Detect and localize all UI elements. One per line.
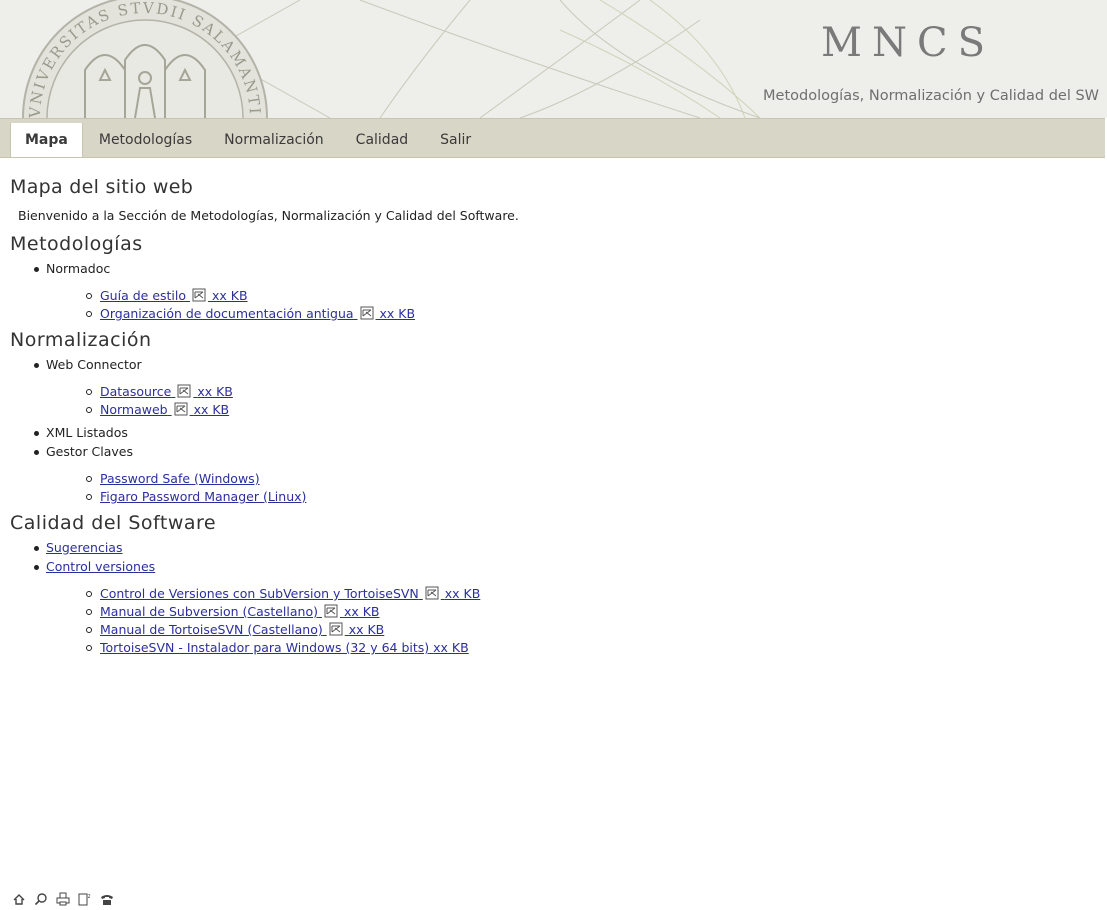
sublist: Guía de estilo xx KB Organización de doc… xyxy=(46,288,1097,321)
pdf-icon xyxy=(174,402,188,416)
sublist: Datasource xx KB Normaweb xx KB xyxy=(46,384,1097,417)
section-list-calidad: Sugerencias Control versiones Control de… xyxy=(10,540,1097,655)
list-item: Control versiones Control de Versiones c… xyxy=(34,559,1097,655)
section-title-calidad: Calidad del Software xyxy=(10,512,217,534)
svg-text:2: 2 xyxy=(88,894,91,900)
main-content: Mapa del sitio web Bienvenido a la Secci… xyxy=(0,176,1107,655)
list-item: Guía de estilo xx KB xyxy=(86,288,1097,303)
list-item: Figaro Password Manager (Linux) xyxy=(86,489,1097,504)
main-nav: Mapa Metodologías Normalización Calidad … xyxy=(0,118,1105,158)
tab-calidad[interactable]: Calidad xyxy=(340,123,425,157)
list-item: Web Connector Datasource xx KB Normaweb … xyxy=(34,357,1097,417)
list-item: Normaweb xx KB xyxy=(86,402,1097,417)
sublist: Control de Versiones con SubVersion y To… xyxy=(46,586,1097,655)
site-header: VNIVERSITAS STVDII SALAMANTINI MNCS Meto… xyxy=(0,0,1107,118)
section-title-metodologias: Metodologías xyxy=(10,233,143,255)
doc-link[interactable]: Manual de TortoiseSVN (Castellano) xx KB xyxy=(100,622,384,637)
doc-link[interactable]: TortoiseSVN - Instalador para Windows (3… xyxy=(100,640,469,655)
pdf-icon xyxy=(425,586,439,600)
group-label: XML Listados xyxy=(46,425,128,440)
pdf-icon xyxy=(177,384,191,398)
section-title-normalizacion: Normalización xyxy=(10,329,152,351)
phone-icon[interactable] xyxy=(100,892,114,906)
list-item: Password Safe (Windows) xyxy=(86,471,1097,486)
control-versiones-link[interactable]: Control versiones xyxy=(46,559,155,574)
group-label: Web Connector xyxy=(46,357,142,372)
search-icon[interactable] xyxy=(34,892,48,906)
list-item: Manual de TortoiseSVN (Castellano) xx KB xyxy=(86,622,1097,637)
list-item: Normadoc Guía de estilo xx KB Organizaci… xyxy=(34,261,1097,321)
list-item: Datasource xx KB xyxy=(86,384,1097,399)
tab-mapa[interactable]: Mapa xyxy=(10,123,83,157)
tab-metodologias[interactable]: Metodologías xyxy=(83,123,208,157)
home-icon[interactable] xyxy=(12,892,26,906)
university-seal-icon: VNIVERSITAS STVDII SALAMANTINI xyxy=(0,0,268,118)
doc-link[interactable]: Normaweb xx KB xyxy=(100,402,229,417)
doc-link[interactable]: Figaro Password Manager (Linux) xyxy=(100,489,306,504)
page-title: Mapa del sitio web xyxy=(10,176,194,198)
group-label: Normadoc xyxy=(46,261,111,276)
group-label: Gestor Claves xyxy=(46,444,134,459)
list-item: TortoiseSVN - Instalador para Windows (3… xyxy=(86,640,1097,655)
section-list-normalizacion: Web Connector Datasource xx KB Normaweb … xyxy=(10,357,1097,504)
document-size-icon[interactable]: 2 xyxy=(78,892,92,906)
list-item: Gestor Claves Password Safe (Windows) Fi… xyxy=(34,444,1097,504)
pdf-icon xyxy=(360,306,374,320)
list-item: XML Listados xyxy=(34,425,1097,440)
sugerencias-link[interactable]: Sugerencias xyxy=(46,540,122,555)
doc-link[interactable]: Organización de documentación antigua xx… xyxy=(100,306,415,321)
pdf-icon xyxy=(329,622,343,636)
pdf-icon xyxy=(324,604,338,618)
tab-salir[interactable]: Salir xyxy=(424,123,487,157)
footer-toolbar: 2 xyxy=(12,892,114,906)
site-subtitle: Metodologías, Normalización y Calidad de… xyxy=(763,88,1099,104)
list-item: Sugerencias xyxy=(34,540,1097,555)
doc-link[interactable]: Guía de estilo xx KB xyxy=(100,288,248,303)
intro-text: Bienvenido a la Sección de Metodologías,… xyxy=(18,208,519,223)
doc-link[interactable]: Password Safe (Windows) xyxy=(100,471,260,486)
list-item: Manual de Subversion (Castellano) xx KB xyxy=(86,604,1097,619)
site-title: MNCS xyxy=(821,20,995,66)
doc-link[interactable]: Control de Versiones con SubVersion y To… xyxy=(100,586,480,601)
pdf-icon xyxy=(192,288,206,302)
print-icon[interactable] xyxy=(56,892,70,906)
list-item: Control de Versiones con SubVersion y To… xyxy=(86,586,1097,601)
sublist: Password Safe (Windows) Figaro Password … xyxy=(46,471,1097,504)
doc-link[interactable]: Datasource xx KB xyxy=(100,384,233,399)
doc-link[interactable]: Manual de Subversion (Castellano) xx KB xyxy=(100,604,379,619)
list-item: Organización de documentación antigua xx… xyxy=(86,306,1097,321)
section-list-metodologias: Normadoc Guía de estilo xx KB Organizaci… xyxy=(10,261,1097,321)
tab-normalizacion[interactable]: Normalización xyxy=(208,123,340,157)
